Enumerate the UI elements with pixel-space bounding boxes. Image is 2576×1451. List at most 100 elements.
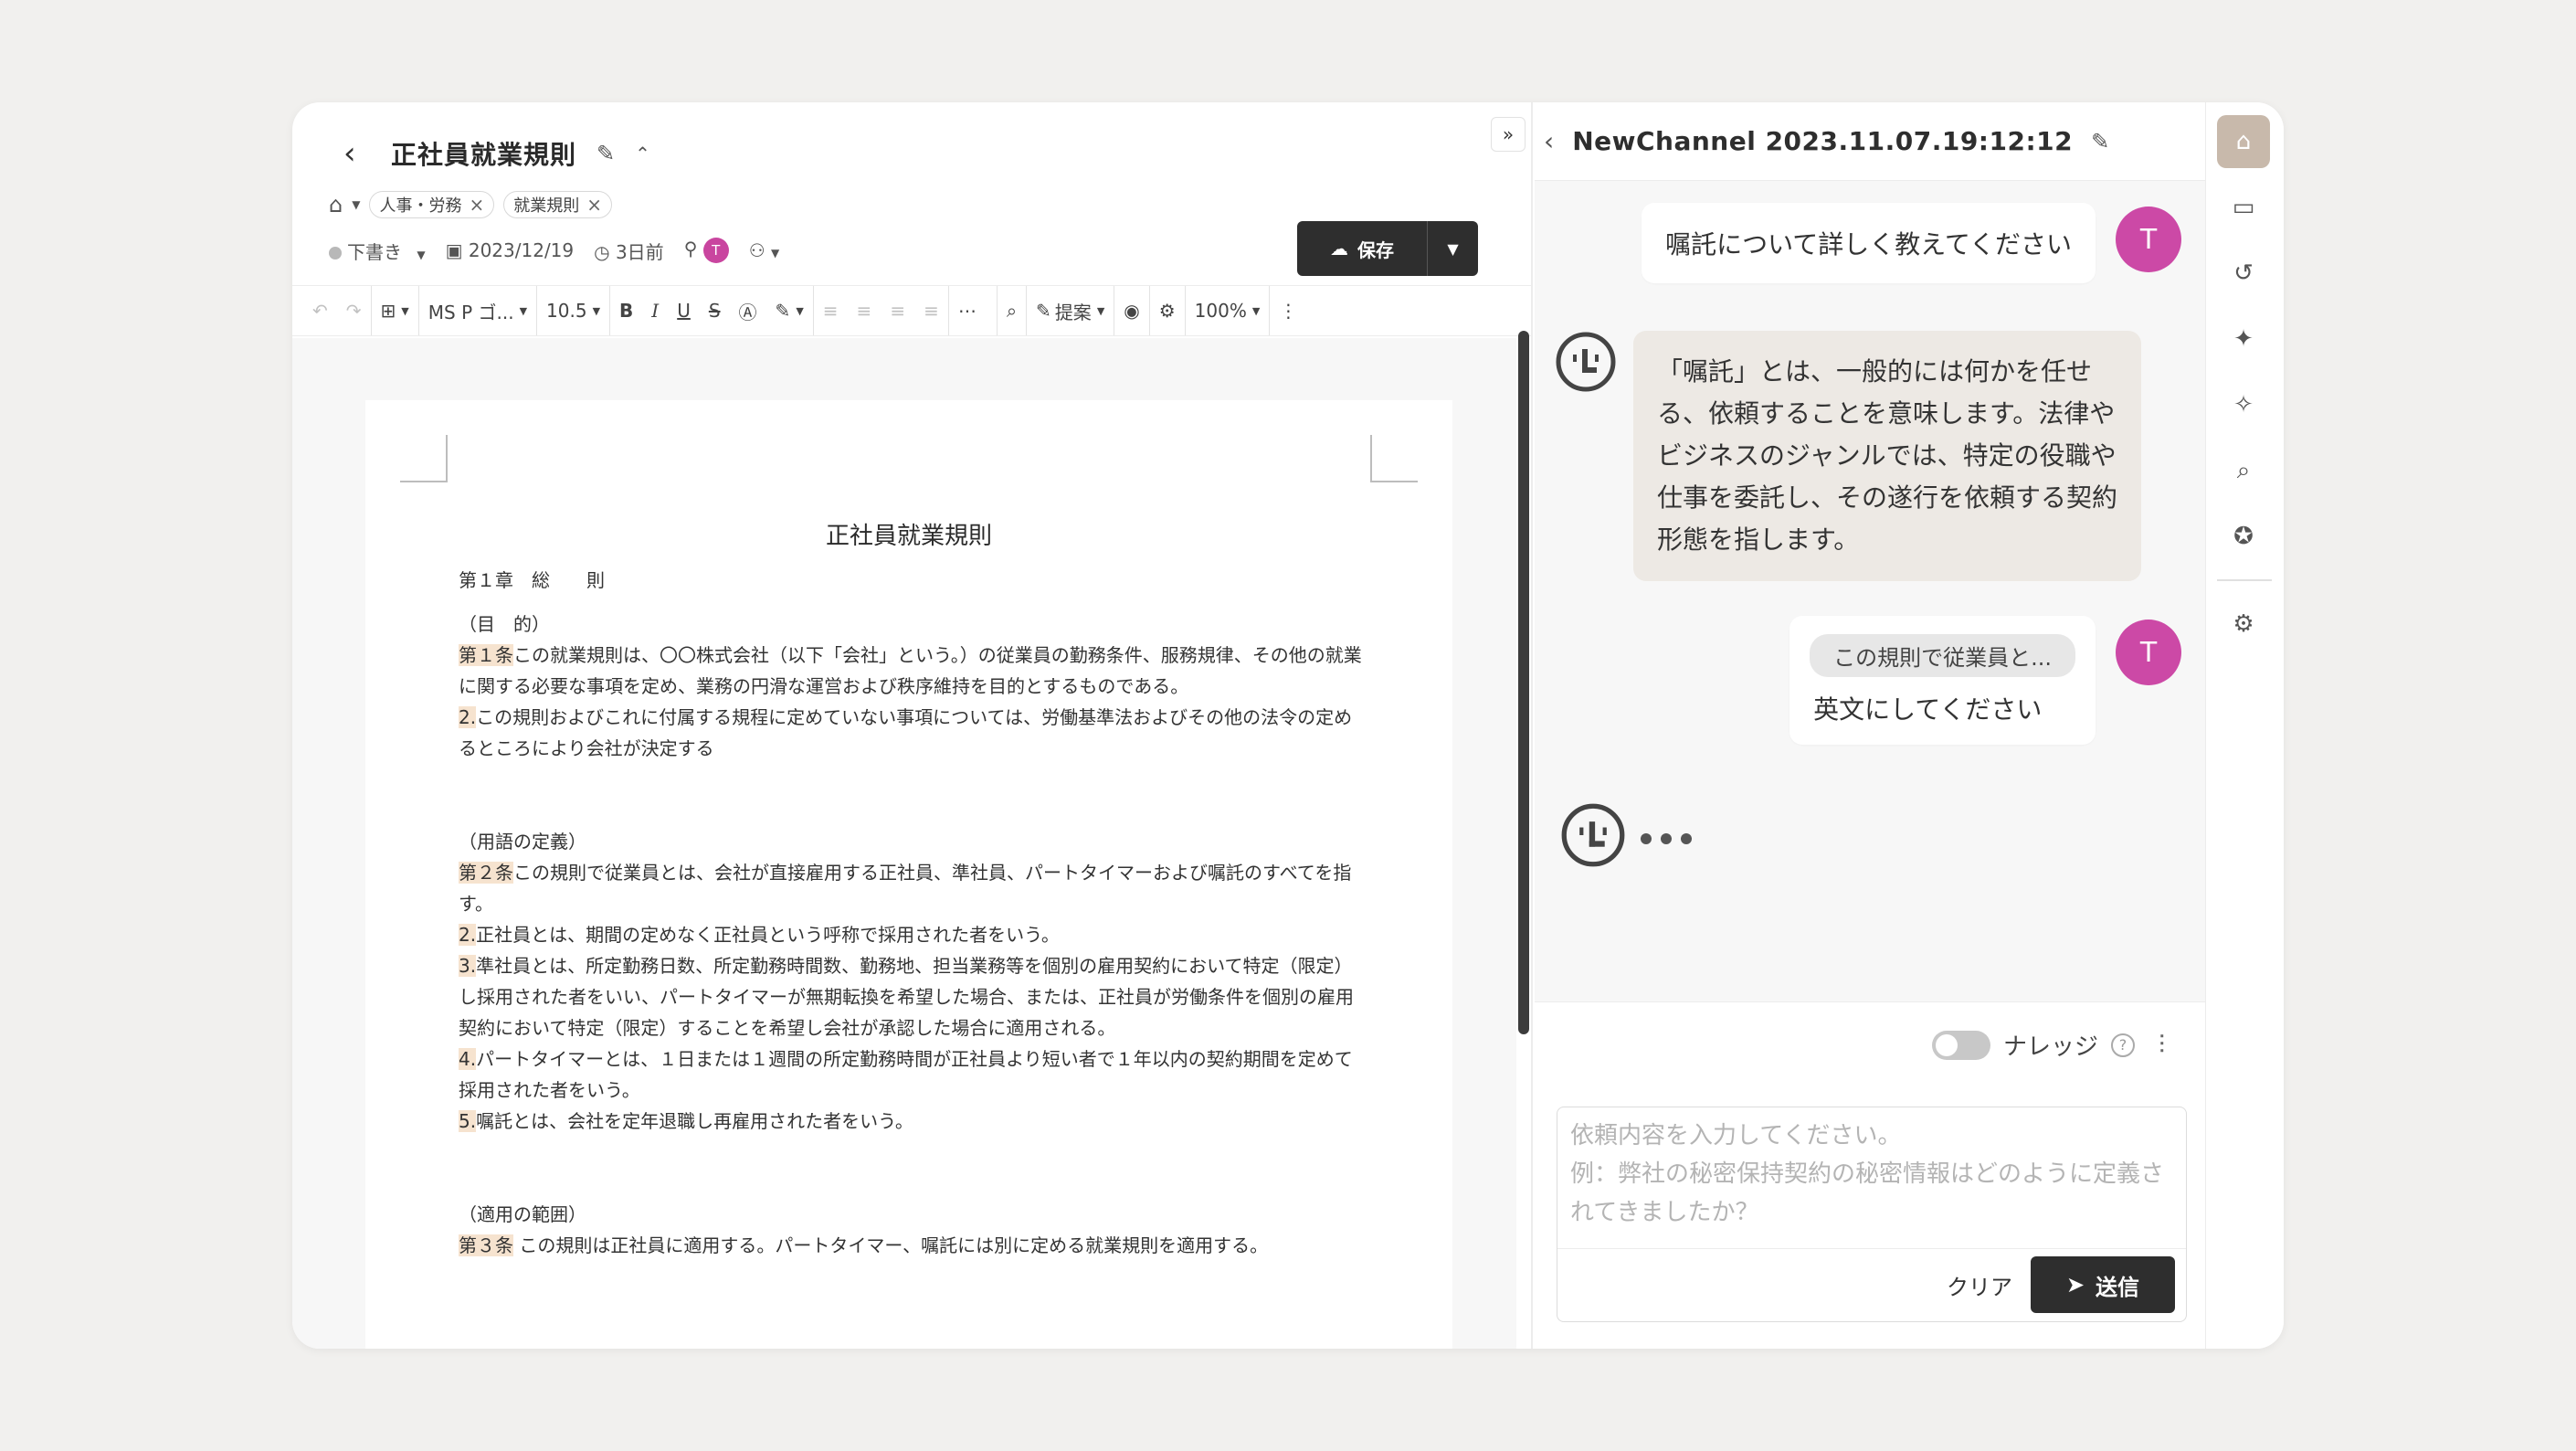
typing-dot — [1661, 833, 1672, 844]
suggest-caret-icon: ▼ — [1096, 304, 1105, 317]
preview-eye-icon[interactable]: ◉ — [1114, 286, 1148, 335]
redo-icon[interactable]: ↷ — [337, 286, 371, 335]
bold-button[interactable]: B — [609, 286, 642, 335]
more-vertical-icon[interactable]: ⋮ — [1269, 286, 1306, 335]
tag-dropdown-icon[interactable]: ▼ — [352, 198, 360, 211]
help-icon[interactable]: ? — [2110, 1033, 2135, 1057]
knowledge-label: ナレッジ — [2002, 1033, 2098, 1061]
article-text: この規則で従業員とは、会社が直接雇用する正社員、準社員、パートタイマーおよび嘱託… — [459, 862, 1352, 915]
sliders-icon[interactable]: ⫶ — [2159, 1030, 2165, 1061]
people-icon: ⚇ — [748, 239, 765, 261]
align-justify-icon[interactable]: ≡ — [914, 286, 948, 335]
table-caret-icon: ▼ — [401, 304, 409, 317]
collapse-header-icon[interactable]: ⌃ — [635, 143, 650, 164]
paragraph: 3.準社員とは、所定勤務日数、所定勤務時間数、勤務地、担当業務等を個別の雇用契約… — [459, 950, 1363, 1043]
message-text: 英文にしてください — [1813, 694, 2043, 725]
prompt-input[interactable] — [1570, 1117, 2173, 1244]
document-canvas: 正社員就業規則 第１章 総 則 （目 的） 第１条この就業規則は、〇〇株式会社（… — [292, 338, 1516, 1349]
highlight-button[interactable]: ✎ ▼ — [766, 286, 813, 335]
table-insert-button[interactable]: ⊞ ▼ — [370, 286, 418, 335]
chat-header: ‹ NewChannel 2023.11.07.19:12:12 ✎ — [1535, 102, 2205, 181]
collapse-panel-button[interactable]: » — [1491, 117, 1526, 152]
paragraph: 第３条 この規則は正社員に適用する。パートタイマー、嘱託には別に定める就業規則を… — [459, 1230, 1363, 1261]
clear-button[interactable]: クリア — [1947, 1269, 2012, 1301]
person-icon: ⚲ — [683, 238, 698, 259]
strikethrough-button[interactable]: S — [700, 286, 730, 335]
award-icon[interactable]: ✪ — [2217, 510, 2270, 563]
magic-icon[interactable]: ✧ — [2217, 378, 2270, 431]
tag-icon[interactable]: ⌂ — [329, 192, 343, 217]
tags-row: ⌂ ▼ 人事・労務 × 就業規則 × — [329, 186, 612, 223]
paragraph: 第１条この就業規則は、〇〇株式会社（以下「会社」という。）の従業員の勤務条件、服… — [459, 640, 1363, 702]
more-horizontal-icon[interactable]: ⋯ — [947, 286, 986, 335]
send-icon: ➤ — [2065, 1272, 2085, 1297]
section-heading: （適用の範囲） — [459, 1203, 586, 1225]
assistant-avatar-icon — [1561, 803, 1625, 867]
font-family-label: MS P ゴ... — [428, 301, 514, 323]
clause-text: 嘱託とは、会社を定年退職し再雇用された者をいう。 — [476, 1110, 913, 1132]
document-header: ‹ 正社員就業規則 ✎ ⌃ ⌂ ▼ 人事・労務 × 就業規則 × 下書き ▼ ▣… — [292, 102, 1533, 285]
back-chevron-icon[interactable]: ‹ — [343, 135, 371, 172]
italic-button[interactable]: I — [642, 286, 668, 335]
chat-back-icon[interactable]: ‹ — [1544, 126, 1554, 156]
crop-mark — [1370, 435, 1418, 482]
align-center-icon[interactable]: ≡ — [848, 286, 882, 335]
quoted-text-chip[interactable]: この規則で従業員と... — [1810, 634, 2075, 677]
article-label: 第３条 — [459, 1234, 513, 1256]
format-toolbar: ↶ ↷ ⊞ ▼ MS P ゴ... ▼ 10.5 ▼ B I U S Ⓐ ✎ ▼ ≡ ≡… — [292, 285, 1533, 336]
editor-scrollbar[interactable] — [1518, 331, 1529, 1034]
tag-label: 人事・労務 — [379, 196, 462, 216]
save-label: 保存 — [1357, 238, 1394, 261]
sparkle-icon[interactable]: ✦ — [2217, 312, 2270, 365]
status-dropdown[interactable]: 下書き ▼ — [329, 238, 426, 264]
clause-text: 準社員とは、所定勤務日数、所定勤務時間数、勤務地、担当業務等を個別の雇用契約にお… — [459, 955, 1354, 1039]
send-label: 送信 — [2096, 1274, 2140, 1300]
tag-chip[interactable]: 人事・労務 × — [369, 191, 495, 218]
edit-title-icon[interactable]: ✎ — [596, 141, 615, 166]
text-color-icon[interactable]: Ⓐ — [730, 286, 766, 335]
meta-row: 下書き ▼ ▣ 2023/12/19 ◷ 3日前 ⚲ T ⚇ ▼ — [329, 230, 779, 270]
font-caret-icon: ▼ — [519, 304, 528, 317]
underline-button[interactable]: U — [668, 286, 700, 335]
message-text: 「嘱託」とは、一般的には何かを任せる、依頼することを意味します。法律やビジネスの… — [1657, 356, 2118, 555]
settings-icon[interactable]: ⚙ — [2217, 598, 2270, 651]
document-body[interactable]: 第１章 総 則 （目 的） 第１条この就業規則は、〇〇株式会社（以下「会社」とい… — [459, 565, 1363, 1261]
tag-chip[interactable]: 就業規則 × — [503, 191, 612, 218]
message-text: 嘱託について詳しく教えてください — [1665, 229, 2072, 259]
knowledge-toggle[interactable] — [1931, 1030, 1990, 1060]
assistant-message: 「嘱託」とは、一般的には何かを任せる、依頼することを意味します。法律やビジネスの… — [1633, 331, 2141, 581]
chat-icon[interactable]: ▭ — [2217, 181, 2270, 234]
align-right-icon[interactable]: ≡ — [881, 286, 914, 335]
doc-settings-icon[interactable]: ⚙ — [1148, 286, 1185, 335]
crop-mark — [400, 435, 448, 482]
suggest-mode-select[interactable]: ✎ 提案 ▼ — [1026, 286, 1114, 335]
document-page[interactable]: 正社員就業規則 第１章 総 則 （目 的） 第１条この就業規則は、〇〇株式会社（… — [365, 400, 1452, 1349]
font-family-select[interactable]: MS P ゴ... ▼ — [417, 286, 536, 335]
edit-channel-icon[interactable]: ✎ — [2091, 129, 2109, 154]
history-icon[interactable]: ↺ — [2217, 247, 2270, 300]
remove-tag-icon[interactable]: × — [469, 194, 484, 216]
clause-label: 5. — [459, 1110, 477, 1132]
user-message: 嘱託について詳しく教えてください — [1642, 203, 2096, 283]
owner[interactable]: ⚲ T — [684, 238, 729, 263]
pen-icon: ✎ — [775, 300, 791, 322]
save-options-dropdown[interactable]: ▼ — [1427, 221, 1478, 276]
remove-tag-icon[interactable]: × — [586, 194, 602, 216]
undo-icon[interactable]: ↶ — [303, 286, 337, 335]
chapter-heading: 第１章 総 則 — [459, 569, 605, 591]
updated-time: ◷ 3日前 — [594, 238, 664, 264]
font-size-select[interactable]: 10.5 ▼ — [536, 286, 609, 335]
section-heading: （目 的） — [459, 613, 550, 635]
status-caret-icon: ▼ — [417, 248, 426, 261]
search-icon[interactable]: ⌕ — [2217, 444, 2270, 497]
zoom-select[interactable]: 100% ▼ — [1184, 286, 1270, 335]
send-button[interactable]: ➤ 送信 — [2031, 1256, 2175, 1313]
members-dropdown[interactable]: ⚇ ▼ — [749, 239, 780, 261]
align-left-icon[interactable]: ≡ — [812, 286, 848, 335]
home-icon[interactable]: ⌂ — [2217, 115, 2270, 168]
search-icon[interactable]: ⌕ — [996, 286, 1026, 335]
typing-dot — [1641, 833, 1652, 844]
date-field[interactable]: ▣ 2023/12/19 — [446, 239, 575, 261]
save-button[interactable]: ☁ 保存 — [1297, 221, 1427, 276]
